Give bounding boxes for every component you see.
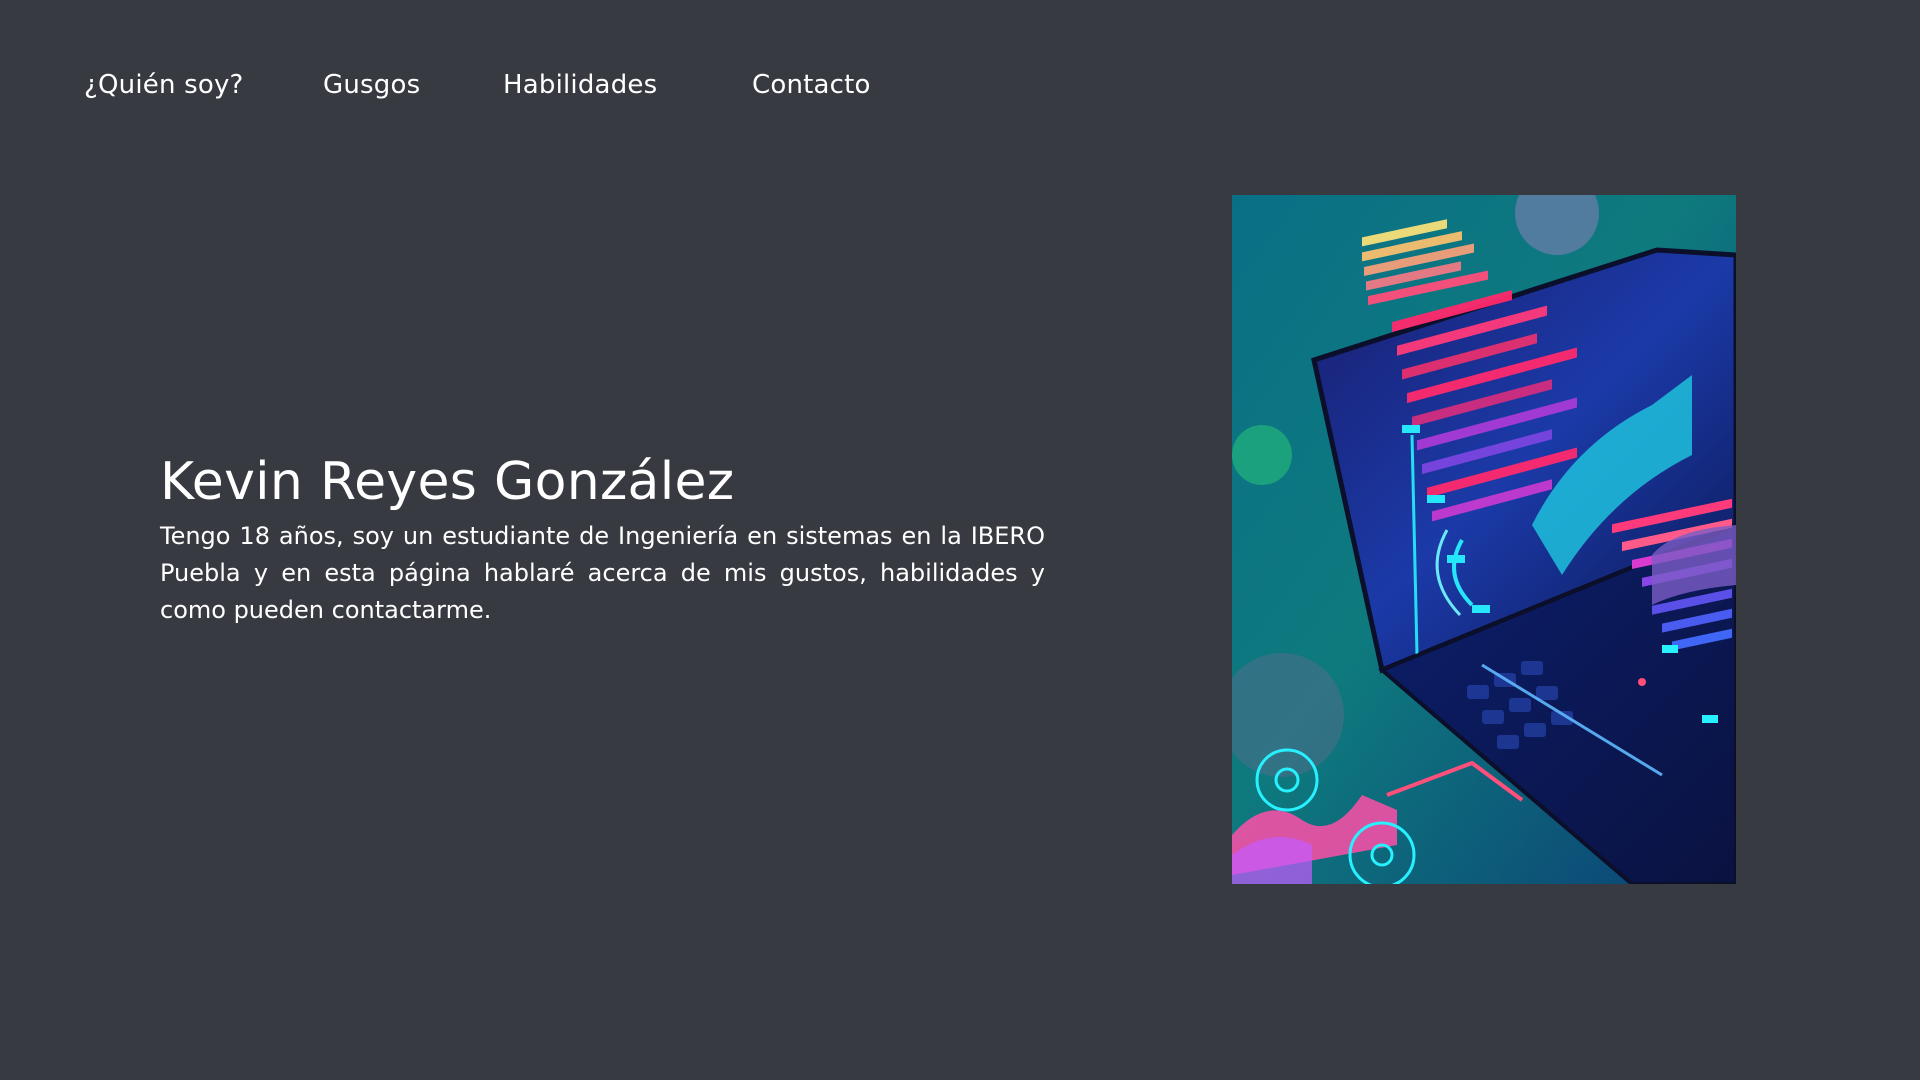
nav-link-contacto[interactable]: Contacto: [752, 70, 871, 100]
laptop-data-illustration: [1232, 195, 1736, 884]
hero-description: Tengo 18 años, soy un estudiante de Inge…: [160, 522, 1045, 624]
hero-name-heading: Kevin Reyes González: [160, 452, 735, 512]
portfolio-page: ¿Quién soy? Gusgos Habilidades Contacto …: [0, 0, 1920, 1080]
nav-link-quien-soy[interactable]: ¿Quién soy?: [84, 70, 244, 100]
nav-link-habilidades[interactable]: Habilidades: [503, 70, 657, 100]
nav-link-gustos[interactable]: Gusgos: [323, 70, 420, 100]
hero-section: Kevin Reyes González Tengo 18 años, soy …: [160, 446, 1045, 629]
